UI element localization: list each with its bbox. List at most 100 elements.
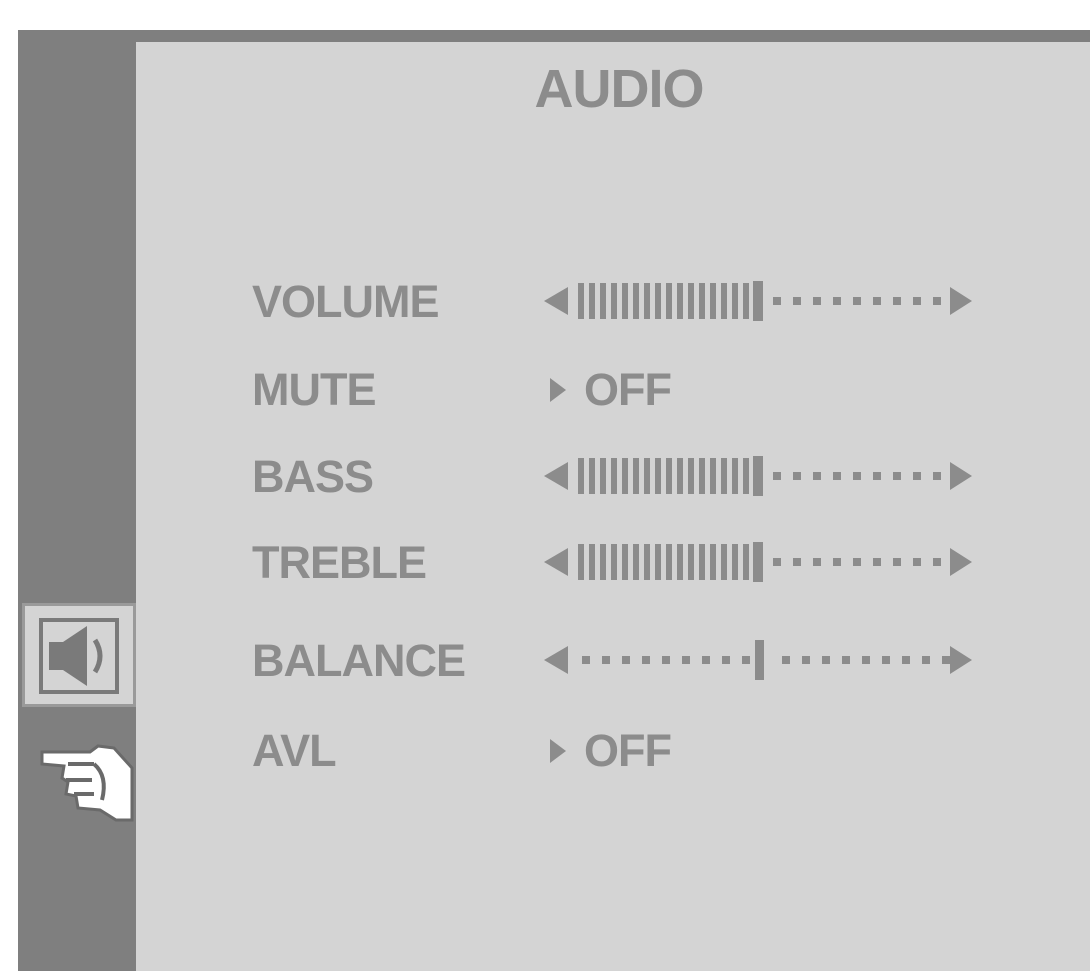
balance-slider[interactable] [540,635,980,685]
level-bar [710,283,716,319]
avl-value[interactable]: OFF [584,725,672,777]
treble-label: TREBLE [252,537,427,588]
bass-slider[interactable] [540,451,980,501]
level-dot [773,472,781,480]
level-bar [677,283,683,319]
balance-dot [682,656,690,664]
level-dot [893,558,901,566]
level-bar [622,544,628,580]
level-bar [655,283,661,319]
level-dot [773,297,781,305]
level-bar [732,283,738,319]
level-dot [813,472,821,480]
level-bar [589,544,595,580]
level-dot [833,472,841,480]
level-bar [633,544,639,580]
balance-dot [862,656,870,664]
level-dot [853,558,861,566]
right-arrow-icon [950,462,972,490]
level-bar [743,283,749,319]
level-bar [578,544,584,580]
level-dot [913,472,921,480]
volume-slider[interactable] [540,276,980,326]
level-dot [793,297,801,305]
balance-dot [842,656,850,664]
level-bar [589,458,595,494]
treble-slider[interactable] [540,537,980,587]
level-bar [710,544,716,580]
level-dot [913,558,921,566]
avl-label: AVL [252,725,337,776]
level-bar [633,458,639,494]
level-bar [600,283,606,319]
level-dot [833,297,841,305]
mute-value[interactable]: OFF [584,364,672,416]
level-bar [710,458,716,494]
level-bar [732,458,738,494]
balance-dot [822,656,830,664]
left-arrow-icon [544,548,568,576]
level-bar [721,544,727,580]
balance-dot [782,656,790,664]
mute-arrow-icon [550,378,566,402]
level-dot [893,297,901,305]
level-bar [611,458,617,494]
level-bar [699,283,705,319]
level-bar [688,283,694,319]
right-arrow-icon [950,646,972,674]
balance-dot [582,656,590,664]
level-bar [721,458,727,494]
level-dot [933,472,941,480]
level-bar [622,458,628,494]
level-dot [933,558,941,566]
level-dot [793,472,801,480]
level-dot [893,472,901,480]
level-bar [655,544,661,580]
audio-menu-panel [136,42,1090,971]
balance-indicator [755,640,764,680]
balance-dot [942,656,950,664]
mute-label: MUTE [252,364,376,415]
osd-sidebar [18,30,136,971]
level-bar [644,283,650,319]
right-arrow-icon [950,548,972,576]
level-bar [644,544,650,580]
bass-label: BASS [252,451,374,502]
balance-dot [802,656,810,664]
level-indicator [753,281,763,321]
level-bar [600,458,606,494]
balance-dot [922,656,930,664]
level-bar [666,283,672,319]
level-dot [913,297,921,305]
sidebar-item-audio[interactable] [22,603,136,707]
balance-dot [662,656,670,664]
level-bar [743,544,749,580]
level-bar [644,458,650,494]
left-arrow-icon [544,646,568,674]
level-dot [873,297,881,305]
balance-dot [902,656,910,664]
level-dot [773,558,781,566]
pointing-hand-icon[interactable] [38,738,136,828]
level-bar [699,458,705,494]
level-bar [655,458,661,494]
balance-label: BALANCE [252,635,466,686]
level-bar [721,283,727,319]
level-dot [793,558,801,566]
balance-dot [602,656,610,664]
level-bar [666,458,672,494]
level-bar [622,283,628,319]
level-bar [589,283,595,319]
level-bar [743,458,749,494]
left-arrow-icon [544,287,568,315]
level-dot [873,472,881,480]
level-dot [813,297,821,305]
level-bar [677,544,683,580]
volume-label: VOLUME [252,276,440,327]
level-bar [578,458,584,494]
avl-arrow-icon [550,739,566,763]
level-bar [578,283,584,319]
osd-screen: AUDIO VOLUME MUTE OFF BASS TREBLE BALANC… [0,0,1090,971]
balance-dot [882,656,890,664]
menu-title: AUDIO [534,59,705,119]
